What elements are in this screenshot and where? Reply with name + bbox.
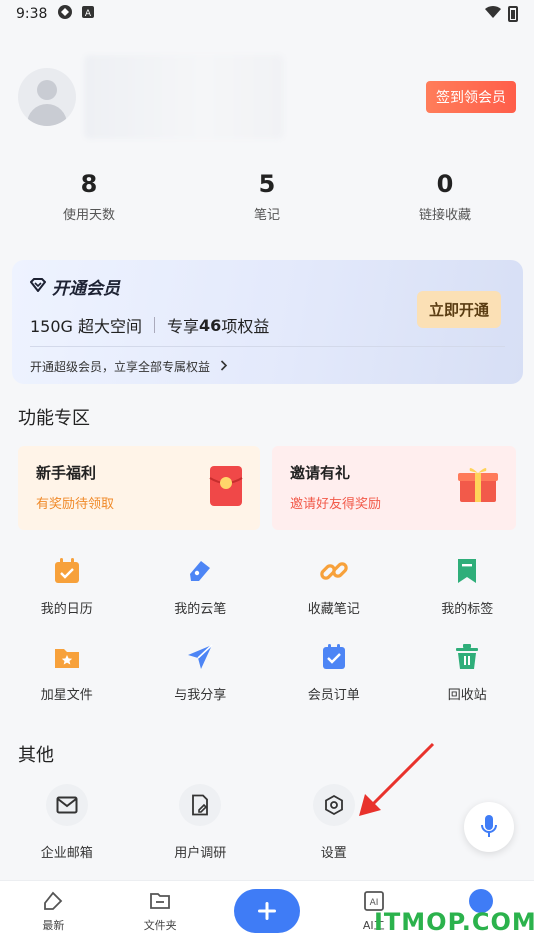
vip-title-text: 开通会员: [52, 279, 120, 299]
feature-label: 我的标签: [441, 602, 494, 617]
stat-label: 使用天数: [62, 208, 115, 223]
other-label: 企业邮箱: [40, 846, 93, 861]
mail-icon-wrap: [45, 784, 88, 826]
vip-open-button[interactable]: 立即开通: [416, 291, 501, 328]
feature-recycle-bin[interactable]: 回收站: [401, 642, 534, 703]
vip-benefits-count: 46: [199, 315, 222, 335]
bookmark-icon: [458, 559, 477, 583]
calendar-icon: [54, 558, 79, 583]
vip-footer-link[interactable]: 开通超级会员，立享全部专属权益: [30, 358, 228, 375]
status-time: 9:38: [16, 6, 48, 22]
survey-icon-wrap: [179, 784, 222, 826]
wifi-icon: [484, 5, 502, 23]
promo-invite[interactable]: 邀请有礼 邀请好友得奖励: [272, 446, 516, 530]
nav-label: 文件夹: [143, 919, 177, 932]
stat-notes[interactable]: 5 笔记: [178, 170, 356, 223]
order-icon: [322, 644, 345, 669]
feature-label: 收藏笔记: [307, 602, 360, 617]
voice-input-button[interactable]: [464, 802, 514, 852]
stat-value: 0: [436, 170, 454, 198]
a-icon: A: [81, 5, 95, 23]
stat-link-favorites[interactable]: 0 链接收藏: [356, 170, 534, 223]
battery-icon: [508, 6, 518, 22]
settings-icon-wrap: [312, 784, 355, 826]
diamond-icon: [29, 277, 47, 296]
feature-starred-files[interactable]: 加星文件: [0, 642, 134, 703]
add-button[interactable]: [233, 889, 300, 933]
vip-benefits-suffix: 项权益: [221, 317, 270, 336]
app-icon: [57, 4, 73, 24]
avatar[interactable]: [18, 68, 76, 126]
feature-vip-orders[interactable]: 会员订单: [267, 642, 401, 703]
gift-box-icon: [458, 467, 498, 502]
other-user-survey[interactable]: 用户调研: [134, 784, 268, 861]
stat-usage-days[interactable]: 8 使用天数: [0, 170, 178, 223]
nav-latest[interactable]: 最新: [0, 881, 107, 933]
feature-my-cloud-pen[interactable]: 我的云笔: [134, 556, 268, 617]
others-title: 其他: [18, 745, 54, 766]
feature-label: 加星文件: [40, 688, 93, 703]
stat-label: 笔记: [253, 208, 280, 223]
folder-icon: [150, 893, 171, 909]
profile-header: 签到领会员: [18, 55, 516, 139]
other-label: 用户调研: [174, 846, 227, 861]
svg-text:AI: AI: [369, 898, 378, 908]
settings-icon: [324, 794, 343, 816]
star-folder-icon: [54, 649, 79, 668]
username-blurred: [84, 55, 284, 139]
feature-my-tags[interactable]: 我的标签: [401, 556, 534, 617]
feature-label: 与我分享: [174, 688, 227, 703]
divider: [30, 346, 505, 347]
pen-icon: [190, 561, 211, 581]
nav-label: 最新: [42, 919, 65, 932]
trash-icon: [456, 644, 479, 669]
link-icon: [320, 562, 348, 580]
status-bar: 9:38 A: [0, 0, 534, 28]
promo-newbie[interactable]: 新手福利 有奖励待领取: [18, 446, 260, 530]
nav-add[interactable]: [214, 881, 321, 933]
svg-text:A: A: [85, 9, 92, 19]
feature-shared-with-me[interactable]: 与我分享: [134, 642, 268, 703]
stat-value: 8: [80, 170, 98, 198]
feature-label: 我的日历: [40, 602, 93, 617]
survey-icon: [192, 794, 209, 816]
red-arrow-annotation: [359, 742, 435, 816]
nav-folder[interactable]: 文件夹: [107, 881, 214, 933]
feature-favorite-notes[interactable]: 收藏笔记: [267, 556, 401, 617]
features-title: 功能专区: [18, 408, 90, 429]
vip-card[interactable]: 开通会员 150G 超大空间 专享 46 项权益 立即开通 开通超级会员，立享全部专…: [12, 260, 523, 384]
stats-row: 8 使用天数 5 笔记 0 链接收藏: [0, 170, 534, 223]
watermark: ITMOP.COM: [374, 908, 534, 936]
feature-grid-row-2: 加星文件 与我分享 会员订单 回收站: [0, 642, 534, 703]
signin-button[interactable]: 签到领会员: [426, 81, 516, 113]
vip-footer-text: 开通超级会员，立享全部专属权益: [30, 360, 211, 374]
feature-my-calendar[interactable]: 我的日历: [0, 556, 134, 617]
plus-icon: [257, 902, 276, 920]
feature-label: 会员订单: [307, 688, 360, 703]
vip-benefits-prefix: 专享: [167, 317, 200, 336]
stat-value: 5: [258, 170, 276, 198]
feature-grid-row-1: 我的日历 我的云笔 收藏笔记 我的标签: [0, 556, 534, 617]
other-enterprise-mail[interactable]: 企业邮箱: [0, 784, 134, 861]
send-icon: [188, 644, 213, 669]
feature-label: 回收站: [447, 688, 487, 703]
other-label: 设置: [320, 846, 347, 861]
vip-space: 150G 超大空间: [30, 317, 143, 336]
mail-icon: [56, 796, 78, 814]
latest-icon: [44, 891, 63, 910]
divider: [154, 317, 156, 333]
stat-label: 链接收藏: [418, 208, 471, 223]
others-row: 企业邮箱 用户调研 设置: [0, 784, 534, 861]
chevron-right-icon: [220, 360, 228, 374]
microphone-icon: [481, 815, 497, 837]
feature-label: 我的云笔: [174, 602, 227, 617]
red-envelope-icon: [209, 466, 243, 506]
